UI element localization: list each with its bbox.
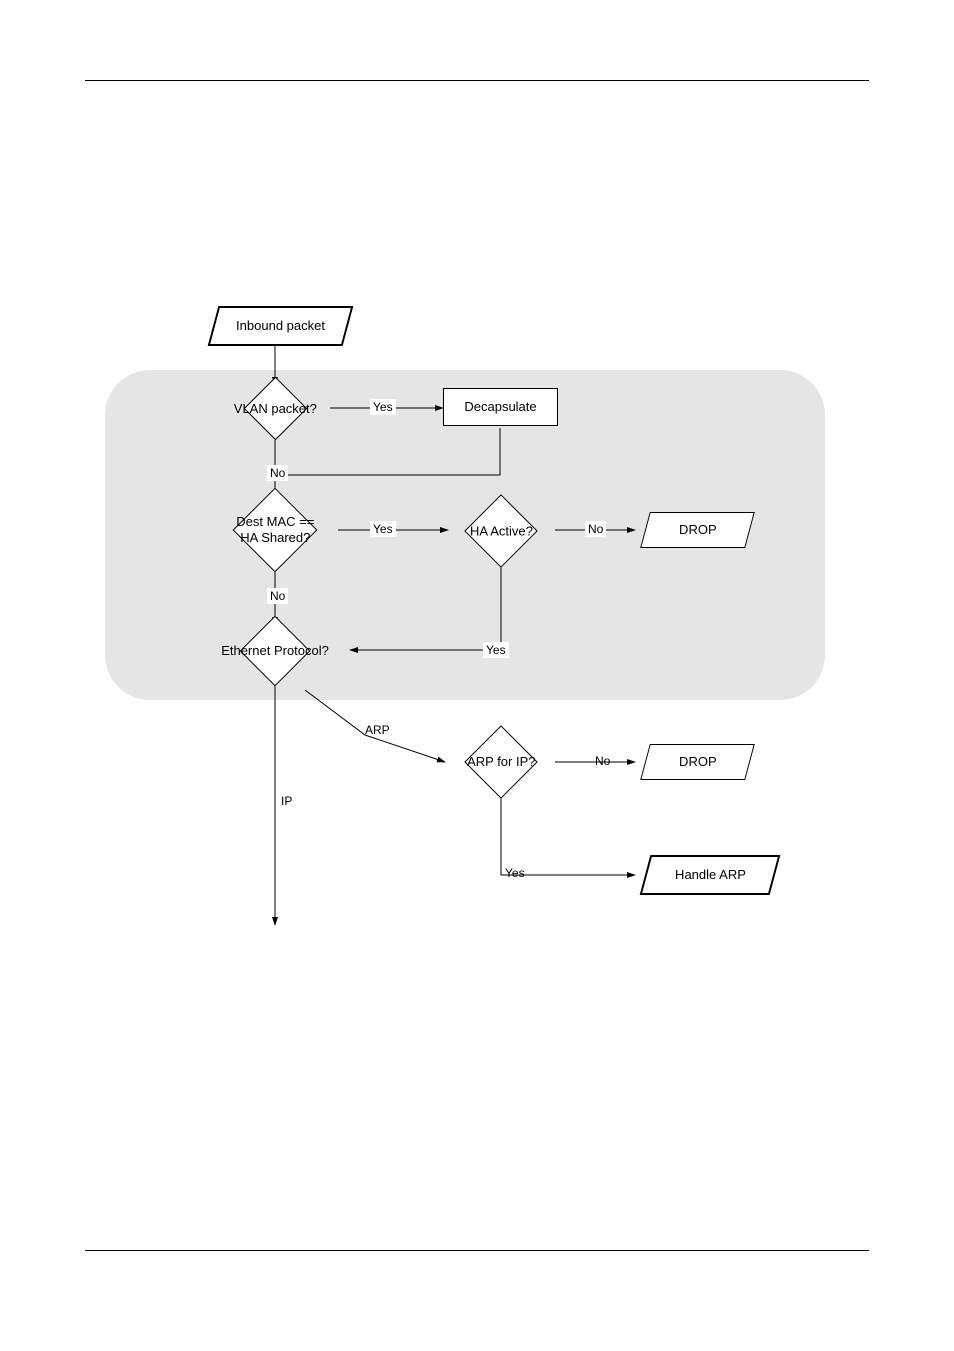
- node-inbound-packet: Inbound packet: [208, 306, 354, 346]
- ethernet-label: Ethernet Protocol?: [221, 643, 329, 659]
- node-drop1: DROP: [640, 512, 755, 548]
- label-yes-vlan: Yes: [370, 399, 396, 415]
- node-drop2: DROP: [640, 744, 755, 780]
- label-no-vlan: No: [267, 465, 288, 481]
- destmac-label: Dest MAC ==HA Shared?: [236, 514, 314, 545]
- vlan-label: VLAN packet?: [234, 401, 317, 417]
- label-yes-haactive: Yes: [483, 642, 509, 658]
- inbound-label: Inbound packet: [236, 318, 325, 334]
- label-no-haactive: No: [585, 521, 606, 537]
- label-no-destmac: No: [267, 588, 288, 604]
- label-no-arpforip: No: [595, 754, 610, 768]
- drop2-label: DROP: [679, 754, 717, 770]
- arpforip-label: ARP for IP?: [467, 754, 535, 770]
- drop1-label: DROP: [679, 522, 717, 538]
- label-arp: ARP: [365, 723, 390, 737]
- label-ip: IP: [281, 794, 292, 808]
- flowchart-diagram: Inbound packet VLAN packet? Decapsulate …: [105, 300, 825, 960]
- node-arpforip-decision: ARP for IP?: [464, 725, 538, 799]
- haactive-label: HA Active?: [470, 523, 533, 539]
- label-yes-destmac: Yes: [370, 521, 396, 537]
- handlearp-label: Handle ARP: [675, 867, 746, 883]
- node-handle-arp: Handle ARP: [640, 855, 781, 895]
- label-yes-arpforip: Yes: [505, 866, 525, 880]
- decapsulate-label: Decapsulate: [464, 399, 536, 415]
- node-decapsulate: Decapsulate: [443, 388, 558, 426]
